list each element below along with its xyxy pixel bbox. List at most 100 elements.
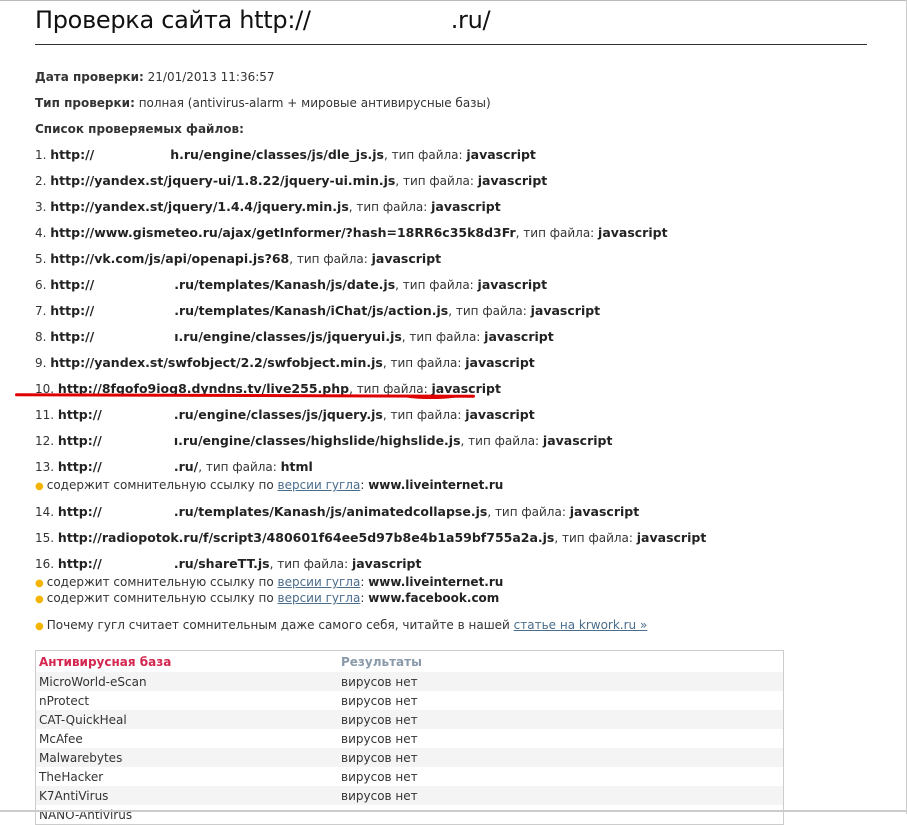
file-url: http:// ı.ru/engine/classes/js/jqueryui.j…	[50, 329, 402, 344]
file-url: http:// .ru/engine/classes/js/jquery.js	[58, 407, 383, 422]
file-type-value: javascript	[465, 355, 535, 370]
file-type-label: , тип файла:	[395, 174, 478, 188]
table-row: K7AntiVirus вирусов нет	[35, 786, 784, 805]
file-type-value: javascript	[351, 556, 422, 571]
url-start: http://	[50, 329, 95, 344]
warning-text: содержит сомнительную ссылку по	[46, 591, 278, 605]
url-start: http://radiopotok.ru/f/script3/480601f64…	[57, 530, 555, 545]
item-number: 16.	[35, 557, 55, 571]
file-type-label: , тип файла:	[395, 278, 478, 292]
item-number: 1.	[35, 148, 47, 162]
antivirus-name: nProtect	[39, 693, 90, 708]
file-type-label: , тип файла:	[401, 330, 485, 344]
item-number: 5.	[35, 252, 47, 266]
warning-text: содержит сомнительную ссылку по	[46, 478, 278, 492]
item-number: 2.	[35, 174, 47, 188]
item-number: 6.	[35, 278, 47, 292]
warnings: ● содержит сомнительную ссылку по версии …	[35, 575, 706, 607]
file-type-value: javascript	[465, 407, 535, 422]
file-type-value: html	[280, 459, 313, 474]
type-label: Тип проверки:	[35, 96, 135, 110]
file-type-value: javascript	[598, 225, 668, 240]
file-url: http:// .ru/templates/Kanash/iChat/js/act…	[50, 303, 448, 318]
file-list-item: 1. http:// h.ru/engine/classes/js/dle_js.…	[35, 146, 706, 164]
file-list-item: 5. http://vk.com/js/api/openapi.js?68, т…	[35, 250, 706, 268]
scan-result	[338, 805, 784, 825]
url-end: .ru/templates/Kanash/iChat/js/action.js	[174, 303, 449, 318]
bullet-icon: ●	[35, 578, 44, 589]
file-list: 1. http:// h.ru/engine/classes/js/dle_js.…	[35, 146, 706, 607]
item-number: 8.	[35, 330, 47, 344]
file-list-item: 12. http:// ı.ru/engine/classes/highslide…	[35, 432, 706, 450]
file-type-value: javascript	[466, 147, 536, 162]
file-type-label: , тип файла:	[448, 304, 531, 318]
file-url: http:// h.ru/engine/classes/js/dle_js.js	[50, 147, 384, 162]
file-list-item: 7. http:// .ru/templates/Kanash/iChat/js/…	[35, 302, 706, 320]
google-version-link[interactable]: версии гугла	[278, 478, 361, 492]
file-type-value: javascript	[530, 303, 601, 318]
file-type-label: , тип файла:	[382, 408, 466, 422]
suspicious-site: www.facebook.com	[368, 591, 500, 605]
google-version-link[interactable]: версии гугла	[278, 575, 361, 589]
title-divider	[35, 44, 867, 45]
antivirus-name: Malwarebytes	[35, 748, 338, 767]
url-start: http://	[57, 433, 102, 448]
file-url: http://radiopotok.ru/f/script3/480601f64…	[58, 530, 554, 545]
item-number: 7.	[35, 304, 47, 318]
file-type-label: , тип файла:	[515, 226, 599, 240]
url-end: .ru/templates/Kanash/js/animatedcollapse…	[173, 504, 488, 519]
url-end: .ru/templates/Kanash/js/date.js	[174, 277, 396, 292]
url-end: .ru/engine/classes/js/jquery.js	[173, 407, 383, 422]
scan-result: вирусов нет	[338, 786, 784, 805]
file-url: http://yandex.st/jquery-ui/1.8.22/jquery…	[50, 173, 395, 188]
file-type-label: , тип файла:	[348, 200, 432, 214]
table-row: McAfee вирусов нет	[36, 729, 784, 748]
page-title: Проверка сайта http:// .ru/	[35, 6, 491, 34]
bullet-icon: ●	[35, 594, 44, 605]
header-antivirus-base: Антивирусная база	[39, 654, 172, 669]
antivirus-results-table: Антивирусная база Результаты MicroWorld-…	[35, 650, 784, 825]
table-header: Антивирусная база Результаты	[36, 651, 784, 673]
file-list-item: 2. http://yandex.st/jquery-ui/1.8.22/jqu…	[35, 172, 706, 190]
title-suffix: .ru/	[450, 6, 491, 34]
file-url: http:// .ru/	[58, 459, 198, 474]
item-number: 12.	[35, 434, 55, 448]
file-list-item: 13. http:// .ru/, тип файла: html	[35, 458, 706, 476]
file-type-label: , тип файла:	[198, 460, 281, 474]
google-version-link[interactable]: версии гугла	[278, 591, 361, 605]
red-annotation-curve	[400, 391, 462, 399]
krwork-article-link[interactable]: статье на krwork.ru »	[514, 618, 648, 632]
file-type-label: , тип файла:	[487, 505, 570, 519]
file-url: http:// .ru/templates/Kanash/js/animatedc…	[58, 504, 487, 519]
report-content: Дата проверки: 21/01/2013 11:36:57 Тип п…	[35, 68, 706, 636]
warning-text: содержит сомнительную ссылку по	[46, 575, 278, 589]
file-list-item: 9. http://yandex.st/swfobject/2.2/swfobj…	[35, 354, 706, 372]
antivirus-name: NANO-Antivirus	[39, 807, 133, 822]
suspicious-site: www.liveinternet.ru	[368, 478, 504, 492]
file-list-item: 3. http://yandex.st/jquery/1.4.4/jquery.…	[35, 198, 706, 216]
suspicious-link-warning: ● содержит сомнительную ссылку по версии …	[35, 478, 504, 492]
files-heading: Список проверяемых файлов:	[35, 120, 706, 146]
item-number: 15.	[35, 531, 55, 545]
check-type: Тип проверки: полная (antivirus-alarm + …	[35, 94, 706, 120]
url-end: .ru/	[173, 459, 199, 474]
footer-note: ● Почему гугл считает сомнительным даже с…	[35, 616, 706, 636]
file-list-item: 8. http:// ı.ru/engine/classes/js/jqueryu…	[35, 328, 706, 346]
file-type-label: , тип файла:	[269, 557, 352, 571]
bullet-icon: ●	[35, 621, 44, 632]
table-row: NANO-Antivirus	[36, 805, 784, 825]
file-type-value: javascript	[484, 329, 554, 344]
item-number: 4.	[35, 226, 47, 240]
scan-result: вирусов нет	[341, 769, 418, 784]
file-list-item: 16. http:// .ru/shareTT.js, тип файла: ja…	[35, 555, 706, 573]
item-number: 11.	[35, 408, 55, 422]
file-type-label: , тип файла:	[554, 531, 637, 545]
scan-result: вирусов нет	[341, 693, 418, 708]
file-url: http:// .ru/shareTT.js	[58, 556, 270, 571]
file-list-item: 4. http://www.gismeteo.ru/ajax/getInform…	[35, 224, 706, 242]
url-start: http://yandex.st/jquery-ui/1.8.22/jquery…	[50, 173, 396, 188]
bullet-icon: ●	[35, 481, 44, 492]
header-results: Результаты	[341, 654, 422, 669]
scan-result: вирусов нет	[338, 672, 784, 691]
window-bottom-edge	[0, 810, 907, 812]
